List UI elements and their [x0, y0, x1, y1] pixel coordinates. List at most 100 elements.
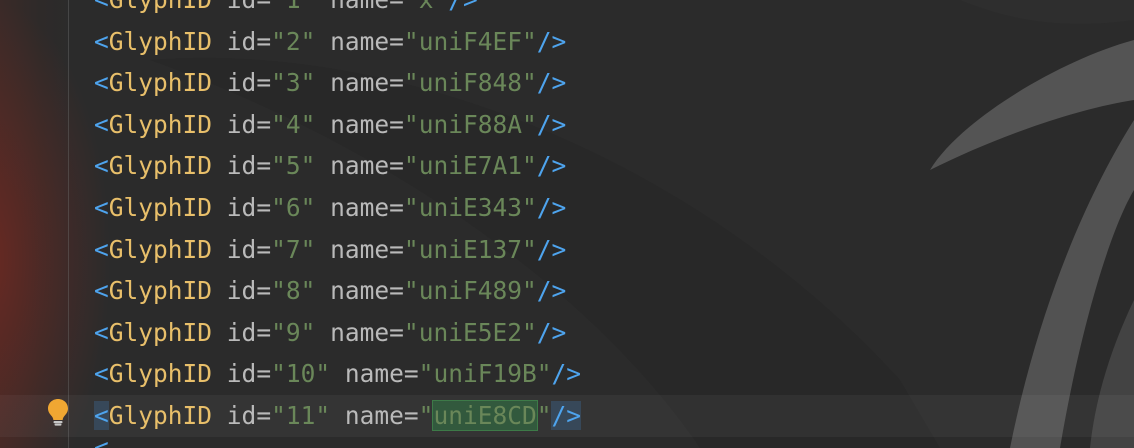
quote: ": [271, 192, 286, 222]
quote: ": [403, 317, 419, 347]
equals-sign: =: [389, 0, 404, 14]
quote: ": [271, 359, 286, 389]
attribute-name: name: [330, 0, 389, 14]
quote: ": [403, 109, 419, 139]
code-lines[interactable]: <GlyphID id="1" name="x"/><GlyphID id="2…: [0, 0, 1134, 437]
tag-name: GlyphID: [108, 400, 213, 430]
quote: ": [271, 151, 286, 181]
code-line[interactable]: <GlyphID id="11" name="uniE8CD"/>: [0, 394, 1134, 437]
tag-open-bracket: <: [94, 151, 109, 181]
code-line[interactable]: <GlyphID id="4" name="uniF88A"/>: [0, 104, 1134, 146]
id-value[interactable]: 10: [286, 359, 316, 388]
tag-name: GlyphID: [108, 26, 213, 56]
tag-name: GlyphID: [108, 276, 213, 306]
name-value[interactable]: uniE7A1: [419, 151, 522, 180]
tag-name: GlyphID: [108, 359, 213, 389]
id-value[interactable]: 7: [286, 235, 301, 264]
code-line[interactable]: <GlyphID id="1" name="x"/>: [0, 0, 1134, 21]
tag-close-bracket: />: [536, 26, 567, 56]
lightbulb-icon[interactable]: [47, 398, 69, 426]
attribute-name: id: [226, 317, 257, 347]
quote: ": [536, 359, 552, 389]
id-value[interactable]: 1: [286, 0, 301, 14]
id-value[interactable]: 6: [286, 193, 301, 222]
name-value[interactable]: uniE5E2: [419, 318, 522, 347]
tag-name: GlyphID: [108, 234, 213, 264]
attribute-name: id: [226, 276, 257, 306]
attribute-name: id: [226, 109, 257, 139]
quote: ": [300, 234, 316, 264]
quote: ": [300, 317, 316, 347]
attribute-name: name: [344, 359, 404, 389]
quote: ": [271, 68, 286, 98]
equals-sign: =: [389, 109, 404, 139]
tag-open-bracket: <: [94, 109, 109, 139]
name-value[interactable]: uniE8CD: [432, 399, 538, 431]
quote: ": [271, 109, 286, 139]
equals-sign: =: [256, 109, 272, 139]
name-value[interactable]: uniF4EF: [419, 27, 522, 56]
attribute-name: id: [227, 0, 257, 14]
name-value[interactable]: uniE343: [419, 193, 522, 222]
name-value[interactable]: uniE137: [419, 235, 522, 264]
code-line[interactable]: <GlyphID id="5" name="uniE7A1"/>: [0, 145, 1134, 187]
equals-sign: =: [256, 317, 272, 347]
equals-sign: =: [389, 192, 404, 222]
id-value[interactable]: 4: [286, 110, 301, 139]
attribute-name: id: [226, 68, 257, 98]
tag-close-bracket: />: [536, 151, 567, 181]
tag-name: GlyphID: [108, 109, 213, 139]
equals-sign: =: [389, 317, 404, 347]
name-value[interactable]: uniF489: [419, 276, 522, 305]
attribute-name: id: [226, 234, 257, 264]
code-line[interactable]: <GlyphID id="3" name="uniF848"/>: [0, 62, 1134, 104]
tag-open-bracket: <: [94, 317, 109, 347]
quote: ": [418, 400, 434, 430]
equals-sign: =: [256, 68, 272, 98]
code-line[interactable]: <GlyphID id="8" name="uniF489"/>: [0, 270, 1134, 312]
equals-sign: =: [256, 0, 271, 14]
name-value[interactable]: uniF88A: [419, 110, 522, 139]
tag-open-bracket: <: [94, 234, 109, 264]
code-line[interactable]: <GlyphID id="2" name="uniF4EF"/>: [0, 21, 1134, 63]
name-value[interactable]: uniF19B: [433, 359, 536, 388]
equals-sign: =: [256, 276, 272, 306]
tag-open-bracket: <: [94, 192, 109, 222]
code-editor[interactable]: <GlyphID id="1" name="x"/><GlyphID id="2…: [0, 0, 1134, 448]
tag-close-bracket: />: [536, 234, 567, 264]
quote: ": [403, 192, 419, 222]
code-line[interactable]: <GlyphID id="10" name="uniF19B"/>: [0, 353, 1134, 395]
code-line[interactable]: <GlyphID id="9" name="uniE5E2"/>: [0, 312, 1134, 354]
quote: ": [521, 234, 537, 264]
name-value[interactable]: uniF848: [419, 68, 522, 97]
quote: ": [418, 359, 434, 389]
id-value[interactable]: 9: [286, 318, 301, 347]
id-value[interactable]: 2: [286, 27, 301, 56]
quote: ": [300, 68, 316, 98]
tag-open-bracket: <: [94, 276, 109, 306]
quote: ": [521, 68, 537, 98]
id-value[interactable]: 5: [286, 151, 301, 180]
tag-open-bracket: <: [94, 26, 109, 56]
quote: ": [271, 400, 286, 430]
quote: ": [521, 109, 537, 139]
equals-sign: =: [403, 359, 419, 389]
next-line-partial: <: [94, 433, 109, 448]
quote: ": [300, 26, 316, 56]
quote: ": [300, 109, 316, 139]
tag-name: GlyphID: [108, 68, 213, 98]
tag-close-bracket: />: [536, 317, 567, 347]
code-line[interactable]: <GlyphID id="6" name="uniE343"/>: [0, 187, 1134, 229]
code-line[interactable]: <GlyphID id="7" name="uniE137"/>: [0, 229, 1134, 271]
tag-name: GlyphID: [108, 192, 213, 222]
attribute-name: id: [226, 192, 257, 222]
quote: ": [403, 234, 419, 264]
quote: ": [271, 276, 286, 306]
name-value[interactable]: x: [419, 0, 434, 14]
equals-sign: =: [256, 26, 272, 56]
id-value[interactable]: 8: [286, 276, 301, 305]
id-value[interactable]: 3: [286, 68, 301, 97]
attribute-name: id: [226, 26, 257, 56]
id-value[interactable]: 11: [286, 401, 316, 430]
quote: ": [300, 151, 316, 181]
